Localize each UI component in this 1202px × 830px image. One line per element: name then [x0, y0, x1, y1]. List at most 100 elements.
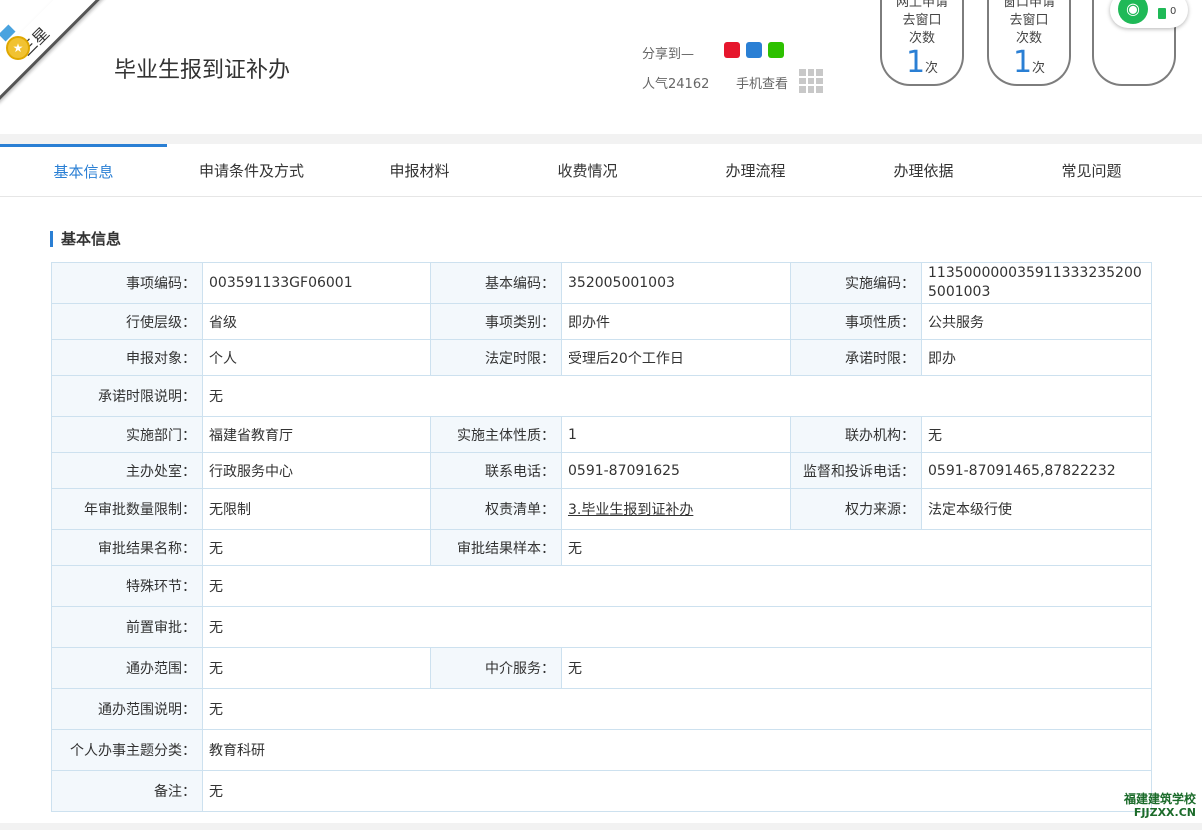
table-row: 通办范围说明： 无 — [51, 688, 1152, 730]
office-value: 行政服务中心 — [202, 452, 431, 489]
tab-bar: 基本信息 申请条件及方式 申报材料 收费情况 办理流程 办理依据 常见问题 — [0, 144, 1202, 197]
table-row: 主办处室： 行政服务中心 联系电话： 0591-87091625 监督和投诉电话… — [51, 452, 1152, 489]
section-title: 基本信息 — [50, 231, 121, 247]
table-row: 个人办事主题分类： 教育科研 — [51, 729, 1152, 771]
tab-basic-info[interactable]: 基本信息 — [0, 144, 167, 196]
table-row: 事项编码： 003591133GF06001 基本编码： 35200500100… — [51, 262, 1152, 304]
basic-code-value: 352005001003 — [561, 262, 791, 304]
table-row: 审批结果名称： 无 审批结果样本： 无 — [51, 529, 1152, 566]
network-count: 0 — [1170, 6, 1177, 17]
table-row: 申报对象： 个人 法定时限： 受理后20个工作日 承诺时限： 即办 — [51, 339, 1152, 376]
theme-label: 个人办事主题分类： — [51, 729, 203, 771]
power-source-label: 权力来源： — [790, 488, 922, 530]
header: 三星 ★ 毕业生报到证补办 分享到— 人气24162 手机查看 网上申请 去窗口… — [0, 0, 1202, 134]
scope-note-value: 无 — [202, 688, 1152, 730]
promise-limit-value: 即办 — [921, 339, 1152, 376]
category-value: 即办件 — [561, 303, 791, 340]
tab-basis[interactable]: 办理依据 — [840, 144, 1007, 196]
stat-count: 1 — [905, 45, 926, 80]
table-row: 备注： 无 — [51, 770, 1152, 812]
special-value: 无 — [202, 565, 1152, 607]
nature-value: 公共服务 — [921, 303, 1152, 340]
tab-materials[interactable]: 申报材料 — [336, 144, 503, 196]
mobile-view-link[interactable]: 手机查看 — [736, 73, 788, 92]
level-value: 省级 — [202, 303, 431, 340]
stat-count: 1 — [1012, 45, 1033, 80]
site-watermark: 福建建筑学校 FJJZXX.CN — [1123, 792, 1196, 820]
result-name-value: 无 — [202, 529, 431, 566]
promise-limit-label: 承诺时限： — [790, 339, 922, 376]
target-value: 个人 — [202, 339, 431, 376]
stat-line1: 网上申请 — [895, 0, 948, 10]
legal-limit-label: 法定时限： — [430, 339, 562, 376]
table-row: 前置审批： 无 — [51, 606, 1152, 648]
impl-code-label: 实施编码： — [790, 262, 922, 304]
watermark-cn: 福建建筑学校 — [1123, 792, 1196, 806]
qr-code-icon[interactable] — [799, 69, 823, 93]
stat-unit: 次 — [925, 61, 939, 76]
table-row: 特殊环节： 无 — [51, 565, 1152, 607]
table-row: 实施部门： 福建省教育厅 实施主体性质： 1 联办机构： 无 — [51, 416, 1152, 453]
tab-conditions[interactable]: 申请条件及方式 — [168, 144, 335, 196]
impl-code-value: 113500000035911333235200 5001003 — [921, 262, 1152, 304]
power-source-value: 法定本级行使 — [921, 488, 1152, 530]
scope-note-label: 通办范围说明： — [51, 688, 203, 730]
star-medal-icon: ★ — [6, 36, 30, 60]
joint-label: 联办机构： — [790, 416, 922, 453]
share-label: 分享到— — [642, 47, 695, 62]
basic-code-label: 基本编码： — [430, 262, 562, 304]
dept-label: 实施部门： — [51, 416, 203, 453]
content-panel: 基本信息 事项编码： 003591133GF06001 基本编码： 352005… — [0, 197, 1202, 823]
scope-label: 通办范围： — [51, 647, 203, 689]
tab-process[interactable]: 办理流程 — [672, 144, 839, 196]
stat-line1: 窗口申请 — [1002, 0, 1055, 10]
tab-faq[interactable]: 常见问题 — [1008, 144, 1175, 196]
table-row: 行使层级： 省级 事项类别： 即办件 事项性质： 公共服务 — [51, 303, 1152, 340]
online-apply-stat: 网上申请 去窗口 次数 1次 — [880, 0, 964, 86]
remark-label: 备注： — [51, 770, 203, 812]
table-row: 通办范围： 无 中介服务： 无 — [51, 647, 1152, 689]
weibo-icon[interactable] — [724, 42, 740, 58]
watermark-en: FJJZXX.CN — [1133, 806, 1196, 819]
pre-approval-label: 前置审批： — [51, 606, 203, 648]
promise-note-label: 承诺时限说明： — [51, 375, 203, 417]
phone-label: 联系电话： — [430, 452, 562, 489]
joint-value: 无 — [921, 416, 1152, 453]
battery-icon — [1158, 8, 1166, 19]
nature-label: 事项性质： — [790, 303, 922, 340]
complaint-value: 0591-87091465,87822232 — [921, 452, 1152, 489]
network-widget[interactable]: ◉ 0 — [1110, 0, 1188, 28]
office-label: 主办处室： — [51, 452, 203, 489]
annual-limit-label: 年审批数量限制： — [51, 488, 203, 530]
view-count: 人气24162 — [642, 77, 710, 92]
remark-value: 无 — [202, 770, 1152, 812]
renren-icon[interactable] — [746, 42, 762, 58]
wechat-icon[interactable] — [768, 42, 784, 58]
subject-nature-value: 1 — [561, 416, 791, 453]
subject-nature-label: 实施主体性质： — [430, 416, 562, 453]
result-sample-value: 无 — [561, 529, 1152, 566]
agency-value: 无 — [561, 647, 1152, 689]
power-list-cell: 3.毕业生报到证补办 — [561, 488, 791, 530]
promise-note-value: 无 — [202, 375, 1152, 417]
target-label: 申报对象： — [51, 339, 203, 376]
wifi-icon: ◉ — [1118, 0, 1148, 24]
stat-line2: 去窗口 — [902, 13, 942, 28]
scope-value: 无 — [202, 647, 431, 689]
result-sample-label: 审批结果样本： — [430, 529, 562, 566]
power-list-link[interactable]: 3.毕业生报到证补办 — [568, 502, 693, 518]
window-apply-stat: 窗口申请 去窗口 次数 1次 — [987, 0, 1071, 86]
stat-unit: 次 — [1032, 61, 1046, 76]
tab-fees[interactable]: 收费情况 — [504, 144, 671, 196]
theme-value: 教育科研 — [202, 729, 1152, 771]
level-label: 行使层级： — [51, 303, 203, 340]
legal-limit-value: 受理后20个工作日 — [561, 339, 791, 376]
complaint-label: 监督和投诉电话： — [790, 452, 922, 489]
category-label: 事项类别： — [430, 303, 562, 340]
table-row: 年审批数量限制： 无限制 权责清单： 3.毕业生报到证补办 权力来源： 法定本级… — [51, 488, 1152, 530]
agency-label: 中介服务： — [430, 647, 562, 689]
item-code-label: 事项编码： — [51, 262, 203, 304]
dept-value: 福建省教育厅 — [202, 416, 431, 453]
stat-line2: 去窗口 — [1009, 13, 1049, 28]
item-code-value: 003591133GF06001 — [202, 262, 431, 304]
